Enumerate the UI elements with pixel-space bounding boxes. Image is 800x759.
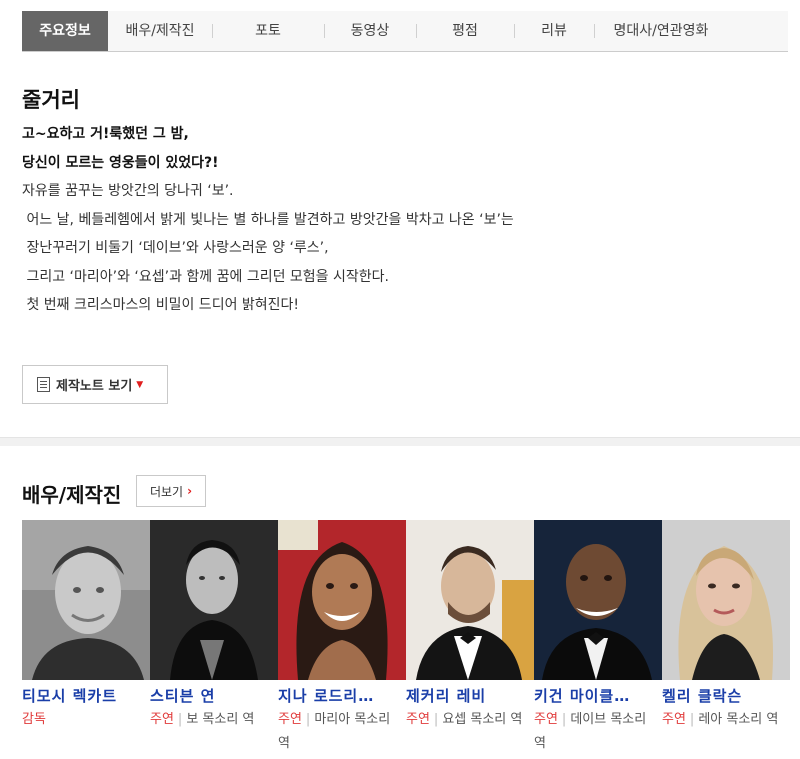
tab-review[interactable]: 리뷰: [514, 11, 594, 51]
tab-quotes-related[interactable]: 명대사/연관영화: [594, 11, 728, 51]
document-icon: [37, 377, 50, 392]
cast-name[interactable]: 지나 로드리…: [278, 685, 406, 706]
role-type: 주연: [406, 712, 430, 727]
role-type: 주연: [662, 712, 686, 727]
tab-cast-crew[interactable]: 배우/제작진: [108, 11, 212, 51]
tab-photo[interactable]: 포토: [212, 11, 324, 51]
cast-role: 주연 | 보 목소리 역: [150, 712, 255, 727]
cast-list: 티모시 렉카트 감독 스티븐 연 주연 | 보 목소리 역 지나 로드리… 주연…: [22, 520, 800, 759]
caret-down-icon: ▼: [136, 379, 144, 390]
cast-role: 주연 | 요셉 목소리 역: [406, 712, 523, 727]
cast-photo[interactable]: [406, 520, 534, 680]
cast-name[interactable]: 스티븐 연: [150, 685, 278, 706]
tab-main-info[interactable]: 주요정보: [22, 11, 108, 51]
cast-card[interactable]: 지나 로드리… 주연 | 마리아 목소리 역: [278, 520, 406, 756]
synopsis-headline-1: 고~요하고 거!룩했던 그 밤,: [22, 126, 189, 142]
synopsis-line: 첫 번째 크리스마스의 비밀이 드디어 밝혀진다!: [22, 297, 300, 313]
cast-role: 감독: [22, 708, 150, 732]
cast-name[interactable]: 티모시 렉카트: [22, 685, 150, 706]
tab-rating[interactable]: 평점: [416, 11, 514, 51]
synopsis-line: 자유를 꿈꾸는 방앗간의 당나귀 ‘보’.: [22, 183, 234, 199]
role-type: 주연: [150, 712, 174, 727]
synopsis-line: 그리고 ‘마리아’와 ‘요셉’과 함께 꿈에 그리던 모험을 시작한다.: [22, 268, 389, 285]
role-name: 레아 목소리 역: [698, 712, 779, 727]
synopsis-line: 어느 날, 베들레헴에서 밝게 빛나는 별 하나를 발견하고 방앗간을 박차고 …: [22, 211, 514, 228]
tab-bar: 주요정보 배우/제작진 포토 동영상 평점 리뷰 명대사/연관영화: [22, 11, 788, 52]
cast-photo[interactable]: [22, 520, 150, 680]
role-type: 주연: [278, 712, 302, 727]
cast-role: 주연 | 레아 목소리 역: [662, 712, 779, 727]
chevron-right-icon: ›: [187, 484, 193, 498]
cast-photo[interactable]: [278, 520, 406, 680]
cast-role: 주연 | 데이브 목소리 역: [534, 712, 647, 751]
more-label: 더보기: [149, 484, 184, 499]
cast-name[interactable]: 제커리 레비: [406, 685, 534, 706]
synopsis-line: 장난꾸러기 비둘기 ‘데이브’와 사랑스러운 양 ‘루스’,: [22, 240, 329, 256]
synopsis-headline-2: 당신이 모르는 영웅들이 있었다?!: [22, 154, 219, 171]
synopsis-title: 줄거리: [22, 88, 80, 112]
cast-name[interactable]: 키건 마이클…: [534, 685, 662, 706]
section-divider: [0, 437, 800, 446]
production-note-label: 제작노트 보기: [56, 379, 133, 394]
tab-video[interactable]: 동영상: [324, 11, 416, 51]
cast-role: 주연 | 마리아 목소리 역: [278, 712, 391, 751]
cast-card[interactable]: 티모시 렉카트 감독: [22, 520, 150, 732]
production-note-button[interactable]: 제작노트 보기 ▼: [22, 365, 168, 404]
cast-photo[interactable]: [534, 520, 662, 680]
role-name: 요셉 목소리 역: [442, 712, 523, 727]
synopsis-body: 고~요하고 거!룩했던 그 밤, 당신이 모르는 영웅들이 있었다?! 자유를 …: [22, 120, 782, 320]
cast-card[interactable]: 켈리 클락슨 주연 | 레아 목소리 역: [662, 520, 790, 732]
cast-card[interactable]: 키건 마이클… 주연 | 데이브 목소리 역: [534, 520, 662, 756]
cast-photo[interactable]: [662, 520, 790, 680]
cast-card[interactable]: 제커리 레비 주연 | 요셉 목소리 역: [406, 520, 534, 732]
role-name: 보 목소리 역: [186, 712, 255, 727]
role-type: 감독: [22, 712, 46, 727]
role-type: 주연: [534, 712, 558, 727]
more-cast-button[interactable]: 더보기 ›: [136, 475, 206, 507]
cast-name[interactable]: 켈리 클락슨: [662, 685, 790, 706]
cast-photo[interactable]: [150, 520, 278, 680]
cast-card[interactable]: 스티븐 연 주연 | 보 목소리 역: [150, 520, 278, 732]
cast-section-title: 배우/제작진: [22, 483, 122, 507]
